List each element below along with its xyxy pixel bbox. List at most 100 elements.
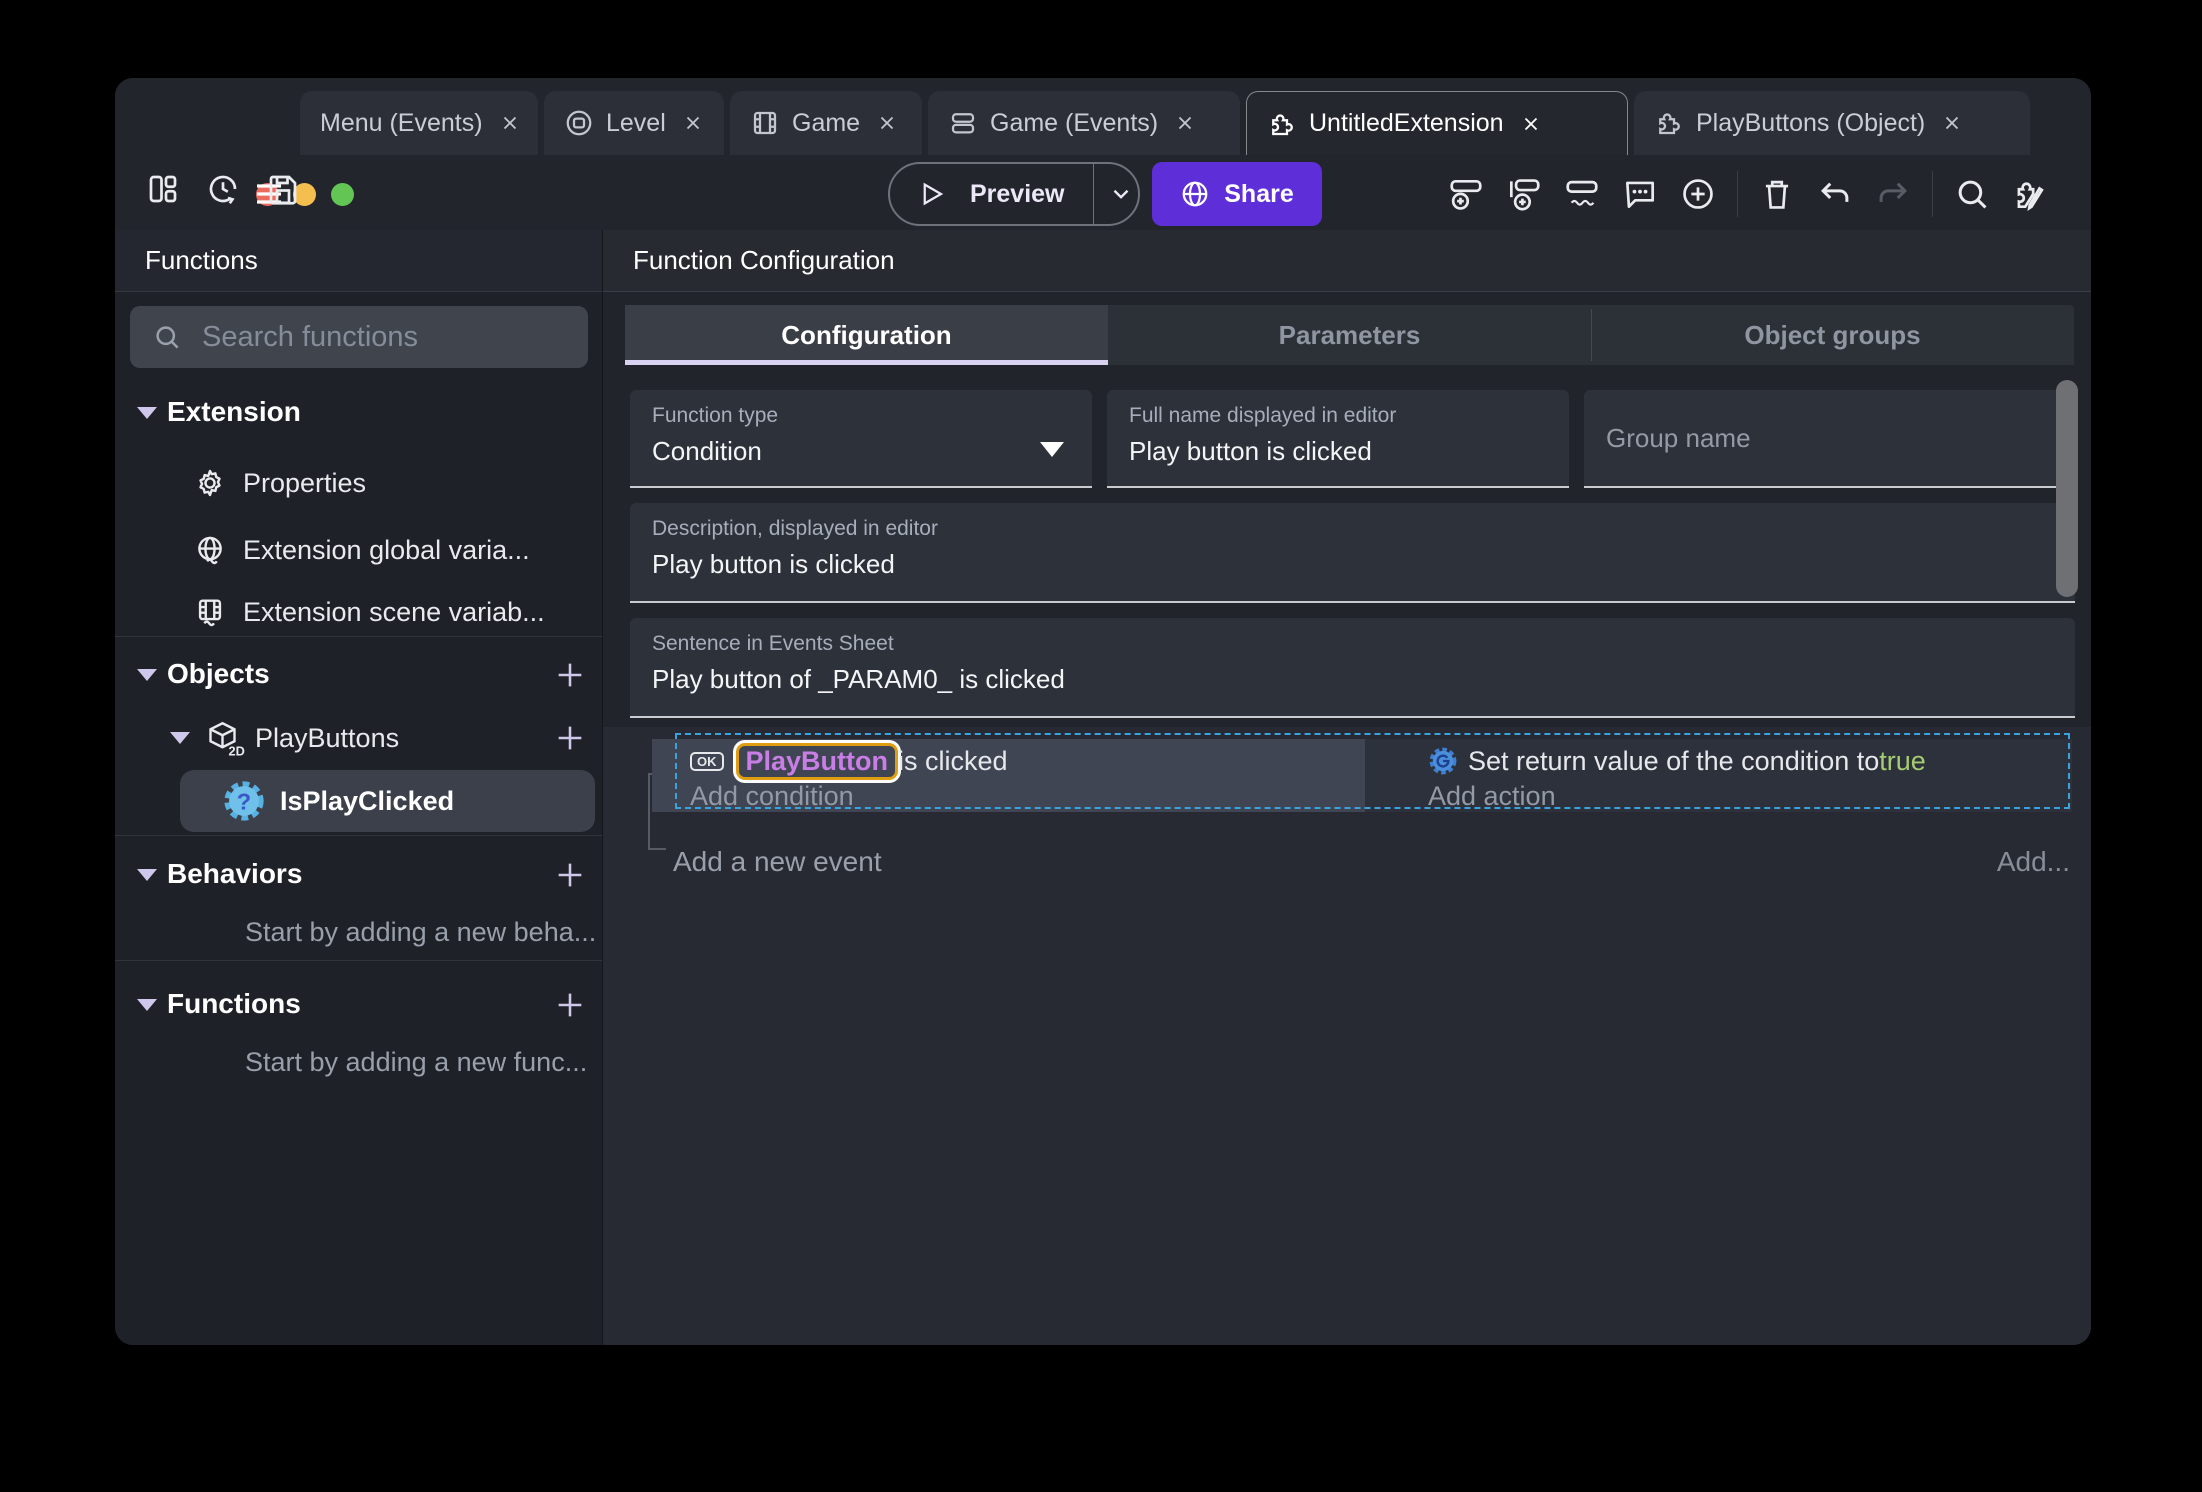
field-value: Play button is clicked	[652, 549, 895, 579]
collapse-caret-icon[interactable]	[137, 407, 157, 419]
divider	[115, 835, 602, 836]
divider	[115, 636, 602, 637]
sidebar-section-objects[interactable]: Objects	[115, 650, 602, 700]
field-label: Full name displayed in editor	[1129, 404, 1397, 427]
film-icon	[750, 108, 780, 138]
globe-variables-icon	[193, 533, 227, 567]
close-icon[interactable]	[1520, 113, 1542, 135]
tab-object-groups[interactable]: Object groups	[1591, 305, 2074, 365]
tab-configuration[interactable]: Configuration	[625, 305, 1108, 365]
add-behavior-icon[interactable]	[553, 858, 587, 892]
add-subevent-icon[interactable]	[1505, 175, 1543, 213]
gdevelop-window: Menu (Events) Level Game Game (Events) U…	[115, 78, 2091, 1345]
add-event-icon[interactable]	[1447, 175, 1485, 213]
preview-divider	[1092, 164, 1094, 224]
event-row[interactable]: OK PlayButton is clicked Add condition S…	[652, 733, 2072, 812]
sidebar-item-extension-scene-variables[interactable]: Extension scene variab...	[115, 587, 602, 637]
collapse-caret-icon[interactable]	[137, 999, 157, 1011]
functions-empty-text: Start by adding a new func...	[245, 1047, 588, 1077]
behavior-gear-icon	[1428, 746, 1458, 776]
search-icon[interactable]	[1953, 175, 1991, 213]
close-icon[interactable]	[876, 112, 898, 134]
sidebar-item-label: Extension global varia...	[243, 535, 530, 565]
sidebar-section-extension[interactable]: Extension	[115, 388, 602, 438]
events-toolbar	[1447, 162, 2049, 226]
actions-cell[interactable]: Set return value of the condition to tru…	[1365, 739, 2072, 812]
section-label: Behaviors	[167, 858, 303, 889]
event-tree-line	[648, 848, 666, 850]
tab-game-events[interactable]: Game (Events)	[928, 91, 1240, 155]
search-functions-box[interactable]	[130, 306, 588, 368]
sidebar-item-isplayclicked-selected[interactable]: ? IsPlayClicked	[180, 770, 595, 832]
editor-tabs: Menu (Events) Level Game Game (Events) U…	[300, 91, 2030, 155]
add-condition-link[interactable]: Add condition	[690, 781, 854, 812]
add-circle-icon[interactable]	[1679, 175, 1717, 213]
description-field[interactable]: Description, displayed in editor Play bu…	[630, 503, 2075, 603]
add-new-event-link[interactable]: Add a new event	[673, 846, 882, 878]
group-name-input[interactable]	[1584, 390, 2075, 486]
object-2d-icon: 2D	[203, 718, 245, 760]
sidebar-item-label: Extension scene variab...	[243, 597, 545, 627]
edit-extension-icon[interactable]	[2011, 175, 2049, 213]
question-glyph: ?	[237, 789, 251, 815]
scene-icon	[564, 108, 594, 138]
tab-label: Game	[792, 108, 861, 137]
search-functions-input[interactable]	[200, 319, 581, 355]
globe-icon	[1180, 179, 1210, 209]
tab-game[interactable]: Game	[730, 91, 922, 155]
sidebar-section-behaviors[interactable]: Behaviors	[115, 850, 602, 900]
conditions-cell[interactable]: OK PlayButton is clicked Add condition	[652, 739, 1365, 812]
add-more-link[interactable]: Add...	[1997, 846, 2070, 878]
save-icon[interactable]	[265, 171, 301, 207]
scrollbar-thumb[interactable]	[2056, 380, 2078, 597]
tab-menu-events[interactable]: Menu (Events)	[300, 91, 538, 155]
configuration-tabs: Configuration Parameters Object groups	[625, 305, 2074, 365]
add-action-link[interactable]: Add action	[1428, 781, 1556, 812]
sidebar-item-playbuttons[interactable]: 2D PlayButtons	[115, 713, 602, 763]
toolbar-separator	[1932, 171, 1933, 217]
collapse-caret-icon[interactable]	[137, 669, 157, 681]
close-icon[interactable]	[682, 112, 704, 134]
collapse-caret-icon[interactable]	[137, 869, 157, 881]
events-sheet-background	[603, 727, 2091, 1345]
redo-icon[interactable]	[1874, 175, 1912, 213]
tab-level[interactable]: Level	[544, 91, 724, 155]
divider	[115, 960, 602, 961]
field-value: Condition	[652, 436, 762, 466]
add-comment-icon[interactable]	[1621, 175, 1659, 213]
preview-button[interactable]: Preview	[888, 162, 1140, 226]
sentence-field[interactable]: Sentence in Events Sheet Play button of …	[630, 618, 2075, 718]
add-function-to-object-icon[interactable]	[553, 721, 587, 755]
condition-line[interactable]: OK PlayButton is clicked	[690, 742, 1008, 780]
add-object-icon[interactable]	[553, 658, 587, 692]
field-value: Play button of _PARAM0_ is clicked	[652, 664, 1065, 694]
add-free-function-icon[interactable]	[553, 988, 587, 1022]
home-layout-icon[interactable]	[145, 171, 181, 207]
sidebar-item-properties[interactable]: Properties	[115, 458, 602, 508]
full-name-field[interactable]: Full name displayed in editor Play butto…	[1107, 390, 1569, 488]
close-icon[interactable]	[1174, 112, 1196, 134]
share-button[interactable]: Share	[1152, 162, 1322, 226]
field-label: Sentence in Events Sheet	[652, 632, 894, 655]
history-icon[interactable]	[205, 171, 241, 207]
undo-icon[interactable]	[1816, 175, 1854, 213]
tab-playbuttons-object[interactable]: PlayButtons (Object)	[1634, 91, 2030, 155]
close-icon[interactable]	[1941, 112, 1963, 134]
tab-untitled-extension[interactable]: UntitledExtension	[1246, 91, 1628, 155]
sidebar-item-extension-global-variables[interactable]: Extension global varia...	[115, 525, 602, 575]
sidebar-section-functions[interactable]: Functions	[115, 980, 602, 1030]
action-line[interactable]: Set return value of the condition to tru…	[1428, 743, 1926, 779]
chevron-down-icon[interactable]	[1108, 181, 1134, 207]
add-other-event-icon[interactable]	[1563, 175, 1601, 213]
tab-parameters[interactable]: Parameters	[1108, 305, 1591, 365]
condition-object-name[interactable]: PlayButton	[735, 742, 899, 780]
function-type-select[interactable]: Function type Condition	[630, 390, 1092, 488]
group-name-field[interactable]	[1584, 390, 2075, 488]
close-icon[interactable]	[499, 112, 521, 134]
play-icon	[916, 179, 946, 209]
delete-icon[interactable]	[1758, 175, 1796, 213]
action-boolean-value[interactable]: true	[1879, 746, 1926, 777]
collapse-caret-icon[interactable]	[170, 732, 190, 744]
sidebar-item-label: IsPlayClicked	[280, 786, 455, 816]
window-zoom-button[interactable]	[331, 183, 354, 206]
